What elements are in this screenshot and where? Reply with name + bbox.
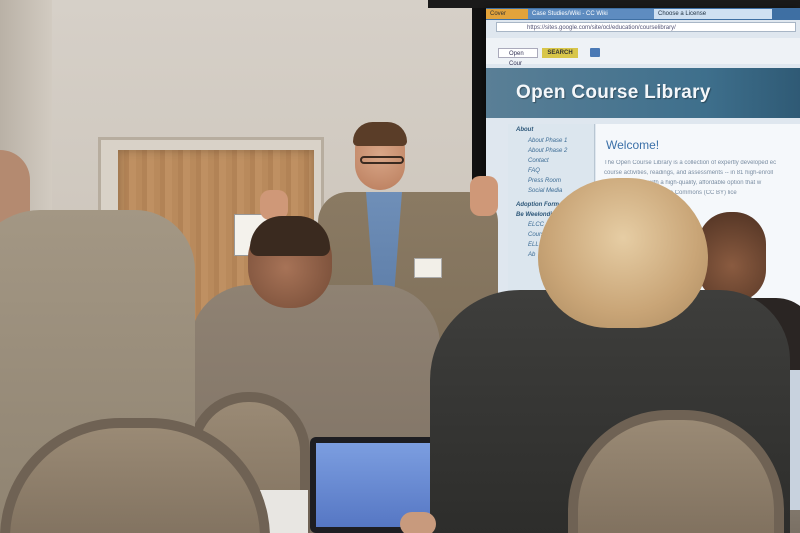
screen-housing [428, 0, 800, 8]
nav-item: Press Room [528, 178, 562, 184]
attendee-head [538, 178, 708, 328]
search-button: SEARCH [542, 48, 578, 58]
browser-tab: Case Studies/Wiki - CC Wiki [528, 9, 656, 19]
nav-item: Contact [528, 158, 549, 164]
content-text-line: The Open Course Library is a collection … [604, 160, 777, 166]
photo-scene: Cover Case Studies/Wiki - CC Wiki Choose… [0, 0, 800, 533]
nav-item: About Phase 2 [528, 148, 568, 154]
name-badge [414, 258, 442, 278]
nav-item: About [516, 127, 534, 133]
glasses [360, 156, 404, 164]
nav-item: FAQ [528, 168, 540, 174]
nav-item: Social Media [528, 188, 563, 194]
nav-item: About Phase 1 [528, 138, 568, 144]
browser-tab-strip: Cover Case Studies/Wiki - CC Wiki Choose… [486, 8, 800, 20]
content-text-line: course activities, readings, and assessm… [604, 170, 774, 176]
presenter-right-hand [470, 176, 498, 216]
welcome-heading: Welcome! [606, 138, 660, 152]
site-title: Open Course Library [516, 82, 711, 103]
attendee-hand [400, 512, 436, 533]
nav-item: Ab [528, 252, 536, 258]
attendee-head [698, 212, 766, 302]
nav-item: Adoption Form [516, 202, 559, 208]
nav-item: ELL [528, 242, 539, 248]
presenter-hair [353, 122, 407, 146]
browser-tab: Cover [486, 9, 530, 19]
address-bar: https://sites.google.com/site/ocl/educat… [496, 22, 796, 32]
browser-tab: Choose a License [654, 9, 772, 19]
search-input: Open Cour [498, 48, 538, 67]
monitor-icon [590, 48, 600, 57]
nav-item: ELCC [528, 222, 545, 228]
